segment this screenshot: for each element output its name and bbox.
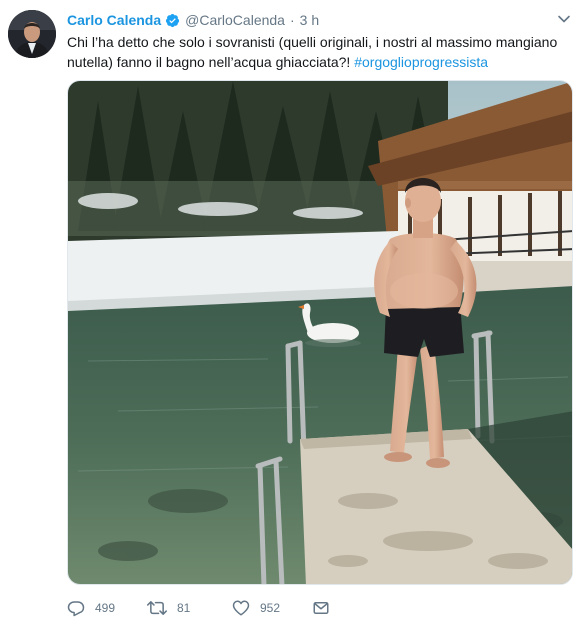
retweet-icon: [147, 599, 167, 617]
author-handle[interactable]: @CarloCalenda: [185, 12, 285, 28]
tweet-card[interactable]: Carlo Calenda @CarloCalenda · 3 h Chi l’…: [0, 0, 587, 626]
tweet-header: Carlo Calenda @CarloCalenda · 3 h: [67, 10, 567, 30]
author-display-name[interactable]: Carlo Calenda: [67, 12, 161, 28]
direct-message-button[interactable]: [312, 599, 342, 617]
envelope-icon: [312, 599, 330, 617]
tweet-photo[interactable]: [67, 80, 573, 585]
tweet-text: Chi l’ha detto che solo i sovranisti (qu…: [67, 32, 567, 72]
verified-badge-icon: [165, 13, 180, 28]
hashtag-link[interactable]: #orgoglioprogressista: [354, 54, 488, 70]
reply-count: 499: [95, 601, 116, 615]
tweet-actions: 499 81 952: [67, 597, 342, 619]
retweet-button[interactable]: 81: [147, 599, 227, 617]
photo-man-on-pier: [68, 81, 572, 584]
retweet-count: 81: [177, 601, 191, 615]
separator-dot: ·: [289, 12, 295, 28]
like-button[interactable]: 952: [232, 599, 312, 617]
reply-icon: [67, 599, 85, 617]
like-count: 952: [260, 601, 281, 615]
heart-icon: [232, 599, 250, 617]
reply-button[interactable]: 499: [67, 599, 139, 617]
chevron-down-icon[interactable]: [557, 12, 571, 26]
tweet-timestamp[interactable]: 3 h: [300, 12, 319, 28]
avatar-image: [8, 10, 56, 58]
avatar[interactable]: [8, 10, 56, 58]
